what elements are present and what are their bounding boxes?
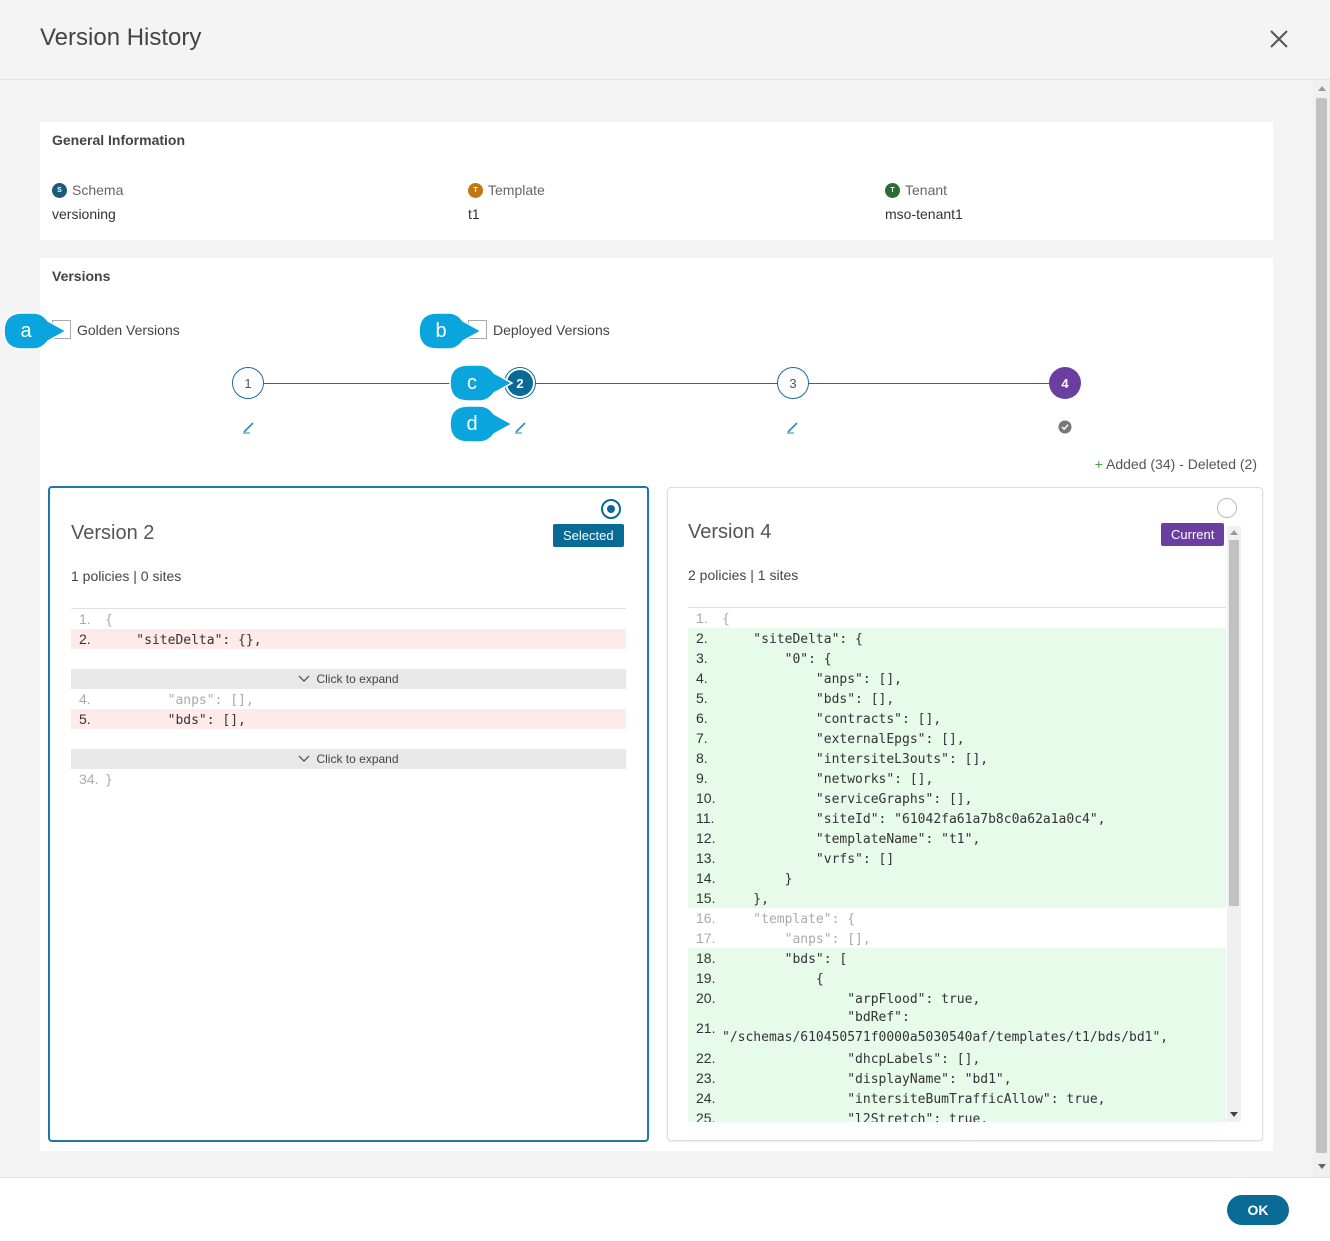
deleted-count: Deleted (2) [1187, 456, 1257, 472]
scroll-up-icon[interactable] [1318, 86, 1326, 91]
dialog-scrollbar[interactable] [1313, 80, 1330, 1177]
dialog-header: Version History [0, 0, 1330, 80]
code-line-added: 18. "bds": [ [688, 948, 1226, 968]
timeline-line [264, 383, 1050, 384]
diff-scrollbar[interactable] [1227, 526, 1241, 1122]
deployed-check-icon [1058, 420, 1072, 434]
deployed-versions-filter[interactable]: Deployed Versions [468, 320, 610, 339]
code-line-added: 20. "arpFlood": true, [688, 988, 1226, 1008]
version-2-radio[interactable] [601, 499, 621, 519]
scroll-up-icon[interactable] [1230, 530, 1238, 535]
schema-value: versioning [52, 206, 116, 222]
callout-a: a [2, 311, 68, 351]
code-line-added: 14. } [688, 868, 1226, 888]
code-line-added: 3. "0": { [688, 648, 1226, 668]
code-line-added: 9. "networks": [], [688, 768, 1226, 788]
code-line-added: 7. "externalEpgs": [], [688, 728, 1226, 748]
callout-b: b [417, 311, 483, 351]
code-line-added: 19. { [688, 968, 1226, 988]
scroll-down-icon[interactable] [1230, 1112, 1238, 1117]
deployed-versions-label: Deployed Versions [493, 321, 610, 338]
dialog-title: Version History [40, 24, 202, 51]
version-4-meta: 2 policies | 1 sites [688, 567, 799, 583]
chevron-down-icon [299, 675, 310, 682]
code-line-added: 6. "contracts": [], [688, 708, 1226, 728]
code-line-added: 12. "templateName": "t1", [688, 828, 1226, 848]
version-4-diff: 1.{2. "siteDelta": {3. "0": {4. "anps": … [688, 608, 1226, 1122]
golden-versions-label: Golden Versions [77, 321, 180, 338]
code-line-added: 5. "bds": [], [688, 688, 1226, 708]
version-2-meta: 1 policies | 0 sites [71, 568, 182, 584]
version-2-diff: 1.{ 2. "siteDelta": {}, Click to expand … [71, 609, 626, 1129]
close-button[interactable] [1266, 26, 1292, 52]
edit-icon[interactable] [514, 420, 528, 434]
version-node-1[interactable]: 1 [232, 367, 264, 399]
version-2-card[interactable]: Selected Version 2 1 policies | 0 sites … [48, 486, 649, 1142]
version-node-4[interactable]: 4 [1049, 367, 1081, 399]
dialog-footer: OK [0, 1177, 1330, 1241]
ok-button[interactable]: OK [1227, 1195, 1289, 1225]
tenant-icon: T [885, 182, 900, 198]
general-information-panel: General Information S Schema versioning T… [40, 122, 1273, 240]
code-line: 17. "anps": [], [696, 930, 871, 947]
callout-d: d [448, 404, 514, 444]
version-2-title: Version 2 [71, 522, 155, 544]
expand-button[interactable]: Click to expand [71, 749, 626, 769]
chevron-down-icon [299, 755, 310, 762]
tenant-label: Tenant [905, 182, 948, 198]
code-line-added: 22. "dhcpLabels": [], [688, 1048, 1226, 1068]
template-icon: T [468, 182, 483, 198]
code-line-deleted: 2. "siteDelta": {}, [71, 629, 626, 649]
code-line-deleted: 5. "bds": [], [71, 709, 626, 729]
code-line: 1.{ [79, 611, 113, 628]
tenant-value: mso-tenant1 [885, 206, 963, 222]
plus-icon: + [1094, 456, 1106, 472]
scroll-down-icon[interactable] [1318, 1164, 1326, 1169]
expand-button[interactable]: Click to expand [71, 669, 626, 689]
code-line-added: 15. }, [688, 888, 1226, 908]
edit-icon[interactable] [242, 420, 256, 434]
scrollbar-thumb[interactable] [1316, 98, 1327, 1153]
versions-title: Versions [52, 268, 111, 284]
code-line-added: 2. "siteDelta": { [688, 628, 1226, 648]
code-line: 1.{ [696, 610, 730, 627]
schema-icon: S [52, 182, 67, 198]
code-line-added: 8. "intersiteL3outs": [], [688, 748, 1226, 768]
code-line-added: 23. "displayName": "bd1", [688, 1068, 1226, 1088]
general-information-title: General Information [52, 132, 186, 148]
code-line-added: 25. "l2Stretch": true, [688, 1108, 1226, 1122]
edit-icon[interactable] [786, 420, 800, 434]
scrollbar-thumb[interactable] [1229, 540, 1239, 906]
golden-versions-filter[interactable]: Golden Versions [52, 320, 180, 339]
code-line-added: 24. "intersiteBumTrafficAllow": true, [688, 1088, 1226, 1108]
code-line-added: 21. "bdRef": "/schemas/610450571f0000a503… [688, 1008, 1226, 1048]
change-summary: + Added (34) - Deleted (2) [0, 456, 1257, 472]
version-node-3[interactable]: 3 [777, 367, 809, 399]
change-separator: - [1175, 456, 1188, 472]
schema-info: S Schema versioning [52, 182, 123, 222]
code-line: 4. "anps": [], [79, 691, 254, 708]
schema-label: Schema [72, 182, 124, 198]
version-4-radio[interactable] [1217, 498, 1237, 518]
code-line: 34.} [79, 771, 113, 788]
current-badge: Current [1161, 523, 1225, 546]
tenant-info: T Tenant mso-tenant1 [885, 182, 963, 222]
callout-c: c [448, 363, 514, 403]
template-info: T Template t1 [468, 182, 545, 222]
code-line-added: 10. "serviceGraphs": [], [688, 788, 1226, 808]
code-line-added: 4. "anps": [], [688, 668, 1226, 688]
code-line-added: 13. "vrfs": [] [688, 848, 1226, 868]
version-4-title: Version 4 [688, 521, 772, 543]
template-value: t1 [468, 206, 480, 222]
code-line: 16. "template": { [696, 910, 856, 927]
version-4-card[interactable]: Current Version 4 2 policies | 1 sites 1… [667, 487, 1263, 1141]
close-icon [1270, 30, 1288, 48]
code-line-added: 11. "siteId": "61042fa61a7b8c0a62a1a0c4"… [688, 808, 1226, 828]
template-label: Template [488, 182, 545, 198]
added-count: Added (34) [1106, 456, 1176, 472]
selected-badge: Selected [553, 524, 624, 547]
